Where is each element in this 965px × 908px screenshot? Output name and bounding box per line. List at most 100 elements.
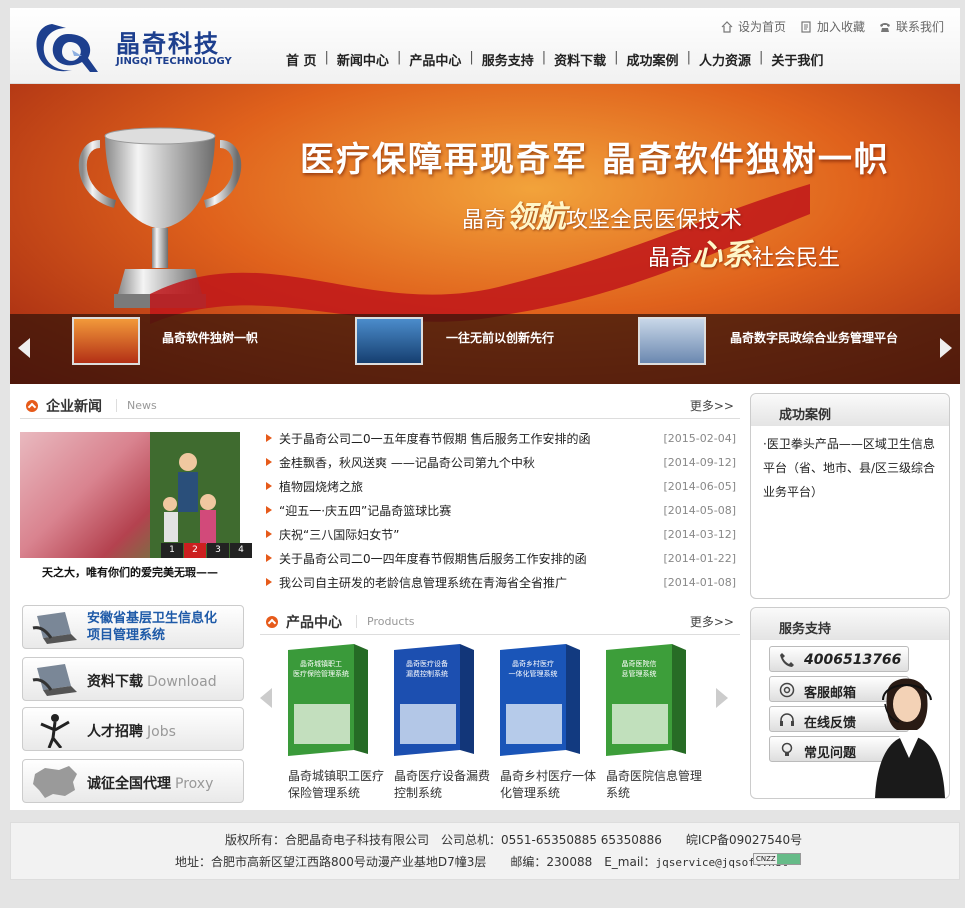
download-button[interactable]: 资料下载 Download — [22, 657, 244, 701]
product-box-image: 晶奇医院信 息管理系统 — [606, 644, 686, 756]
nav-hr[interactable]: 人力资源 — [691, 50, 759, 69]
person-icon — [40, 714, 70, 748]
svg-text:息管理系统: 息管理系统 — [622, 669, 657, 678]
pager-1[interactable]: 1 — [161, 543, 183, 558]
customer-service-agent-image — [875, 678, 945, 798]
phone-icon — [879, 22, 890, 32]
section-bullet-icon — [26, 399, 38, 412]
news-photo[interactable] — [20, 432, 240, 558]
banner-thumb-2[interactable] — [355, 317, 423, 365]
cases-panel: 成功案例 ·医卫拳头产品——区域卫生信息平台（省、地市、县/区三级综合业务平台） — [750, 393, 950, 599]
banner-prev-arrow[interactable] — [18, 338, 30, 358]
logo-cn-text[interactable]: 晶奇科技 — [116, 24, 220, 59]
nav-cases[interactable]: 成功案例 — [619, 50, 687, 69]
news-more-link[interactable]: 更多>> — [690, 397, 734, 414]
arrow-bullet-icon — [266, 530, 272, 538]
banner-thumb-3[interactable] — [638, 317, 706, 365]
products-more-link[interactable]: 更多>> — [690, 613, 734, 630]
pager-2[interactable]: 2 — [184, 543, 206, 558]
svg-text:医疗保险管理系统: 医疗保险管理系统 — [293, 669, 349, 678]
cases-panel-title: 成功案例 — [751, 394, 949, 426]
product-name[interactable]: 晶奇医疗设备漏费控制系统 — [394, 768, 500, 802]
news-item[interactable]: 关于晶奇公司二0一四年度春节假期售后服务工作安排的函 [2014-01-22] — [266, 546, 736, 570]
news-item[interactable]: 关于晶奇公司二0一五年度春节假期 售后服务工作安排的函 [2015-02-04] — [266, 426, 736, 450]
banner-thumb-3-label[interactable]: 晶奇数字民政综合业务管理平台 — [730, 332, 900, 345]
news-slider-pager: 1 2 3 4 — [160, 543, 252, 558]
banner-thumb-1[interactable] — [72, 317, 140, 365]
set-homepage-link[interactable]: 设为首页 — [721, 18, 786, 35]
svg-text:晶奇医院信: 晶奇医院信 — [622, 659, 657, 668]
contact-us-link[interactable]: 联系我们 — [879, 18, 944, 35]
pager-3[interactable]: 3 — [207, 543, 229, 558]
product-name[interactable]: 晶奇医院信息管理系统 — [606, 768, 712, 802]
news-item[interactable]: 植物园烧烤之旅 [2014-06-05] — [266, 474, 736, 498]
set-homepage-label: 设为首页 — [737, 20, 786, 34]
banner-thumbnail-strip: 晶奇软件独树一帜 一往无前以创新先行 晶奇数字民政综合业务管理平台 — [10, 314, 960, 384]
news-item[interactable]: “迎五一·庆五四”记晶奇篮球比赛 [2014-05-08] — [266, 498, 736, 522]
nav-downloads[interactable]: 资料下载 — [546, 50, 614, 69]
phone-handset-icon — [780, 653, 794, 667]
news-item[interactable]: 我公司自主研发的老龄信息管理系统在青海省全省推广 [2014-01-08] — [266, 570, 736, 594]
products-next-arrow[interactable] — [716, 688, 728, 708]
logo-en-text[interactable]: JINGQI TECHNOLOGY — [116, 56, 232, 67]
product-box-image: 晶奇乡村医疗 一体化管理系统 — [500, 644, 580, 756]
svg-text:晶奇城镇职工: 晶奇城镇职工 — [300, 659, 342, 668]
news-item[interactable]: 金桂飘香，秋风送爽 ——记晶奇公司第九个中秋 [2014-09-12] — [266, 450, 736, 474]
nav-home[interactable]: 首 页 — [278, 50, 325, 69]
products-prev-arrow[interactable] — [260, 688, 272, 708]
cases-item[interactable]: ·医卫拳头产品——区域卫生信息平台（省、地市、县/区三级综合业务平台） — [751, 426, 949, 504]
news-item[interactable]: 庆祝“三八国际妇女节” [2014-03-12] — [266, 522, 736, 546]
banner-thumb-2-label[interactable]: 一往无前以创新先行 — [446, 332, 554, 345]
products-section-subtitle: Products — [356, 615, 415, 628]
project-management-button[interactable]: 安徽省基层卫生信息化 项目管理系统 — [22, 605, 244, 649]
banner-subtitle-2: 晶奇心系社会民生 — [648, 238, 841, 273]
add-favorite-label: 加入收藏 — [816, 20, 865, 34]
banner-thumb-1-label[interactable]: 晶奇软件独树一帜 — [162, 332, 258, 345]
add-favorite-link[interactable]: 加入收藏 — [800, 18, 865, 35]
news-photo-scene — [150, 432, 240, 558]
header: 晶奇科技 JINGQI TECHNOLOGY 设为首页 加入收藏 联系我们 首 … — [10, 8, 960, 84]
product-name[interactable]: 晶奇乡村医疗一体化管理系统 — [500, 768, 606, 802]
news-section-header: 企业新闻 News 更多>> — [20, 393, 740, 419]
phone-button[interactable]: 4006513766 — [769, 646, 909, 672]
home-icon — [721, 20, 733, 33]
footer-address: 地址：合肥市高新区望江西路800号动漫产业基地D7幢3层 邮编：230088 E… — [175, 855, 788, 869]
banner[interactable]: 医疗保障再现奇军 晶奇软件独树一帜 晶奇领航攻坚全民医保技术 晶奇心系社会民生 … — [10, 84, 960, 384]
news-photo-caption[interactable]: 天之大，唯有你们的爱完美无瑕—— — [20, 564, 240, 582]
products-section-header: 产品中心 Products 更多>> — [260, 609, 740, 635]
arrow-bullet-icon — [266, 434, 272, 442]
banner-title: 医疗保障再现奇军 晶奇软件独树一帜 — [300, 140, 890, 180]
top-links: 设为首页 加入收藏 联系我们 — [721, 18, 944, 35]
svg-text:晶奇医疗设备: 晶奇医疗设备 — [406, 659, 448, 668]
arrow-bullet-icon — [266, 554, 272, 562]
china-map-icon — [33, 766, 77, 798]
banner-next-arrow[interactable] — [940, 338, 952, 358]
product-box-image: 晶奇医疗设备 漏费控制系统 — [394, 644, 474, 756]
section-bullet-icon — [266, 615, 278, 628]
service-panel-title: 服务支持 — [751, 608, 949, 640]
nav-about[interactable]: 关于我们 — [763, 50, 831, 69]
arrow-bullet-icon — [266, 458, 272, 466]
products-section-title: 产品中心 — [286, 614, 342, 631]
svg-text:晶奇乡村医疗: 晶奇乡村医疗 — [512, 659, 554, 668]
download-label: 资料下载 Download — [87, 674, 217, 690]
contact-us-label: 联系我们 — [895, 20, 944, 34]
footer: 版权所有：合肥晶奇电子科技有限公司 公司总机：0551-65350885 653… — [10, 822, 960, 880]
pager-4[interactable]: 4 — [230, 543, 252, 558]
proxy-button[interactable]: 诚征全国代理 Proxy — [22, 759, 244, 803]
nav-products[interactable]: 产品中心 — [401, 50, 469, 69]
jobs-label: 人才招聘 Jobs — [87, 724, 176, 740]
laptop-download-icon — [32, 664, 77, 696]
nav-service[interactable]: 服务支持 — [474, 50, 542, 69]
product-name[interactable]: 晶奇城镇职工医疗保险管理系统 — [288, 768, 394, 802]
footer-copyright: 版权所有：合肥晶奇电子科技有限公司 公司总机：0551-65350885 653… — [225, 833, 803, 847]
logo-icon[interactable] — [32, 20, 104, 76]
svg-text:一体化管理系统: 一体化管理系统 — [509, 669, 558, 678]
svg-text:漏费控制系统: 漏费控制系统 — [406, 669, 448, 678]
laptop-icon — [32, 612, 77, 644]
jobs-button[interactable]: 人才招聘 Jobs — [22, 707, 244, 751]
news-list: 关于晶奇公司二0一五年度春节假期 售后服务工作安排的函 [2015-02-04] … — [266, 426, 736, 594]
nav-news[interactable]: 新闻中心 — [329, 50, 397, 69]
cnzz-badge[interactable]: CNZZ — [753, 853, 801, 865]
arrow-bullet-icon — [266, 482, 272, 490]
